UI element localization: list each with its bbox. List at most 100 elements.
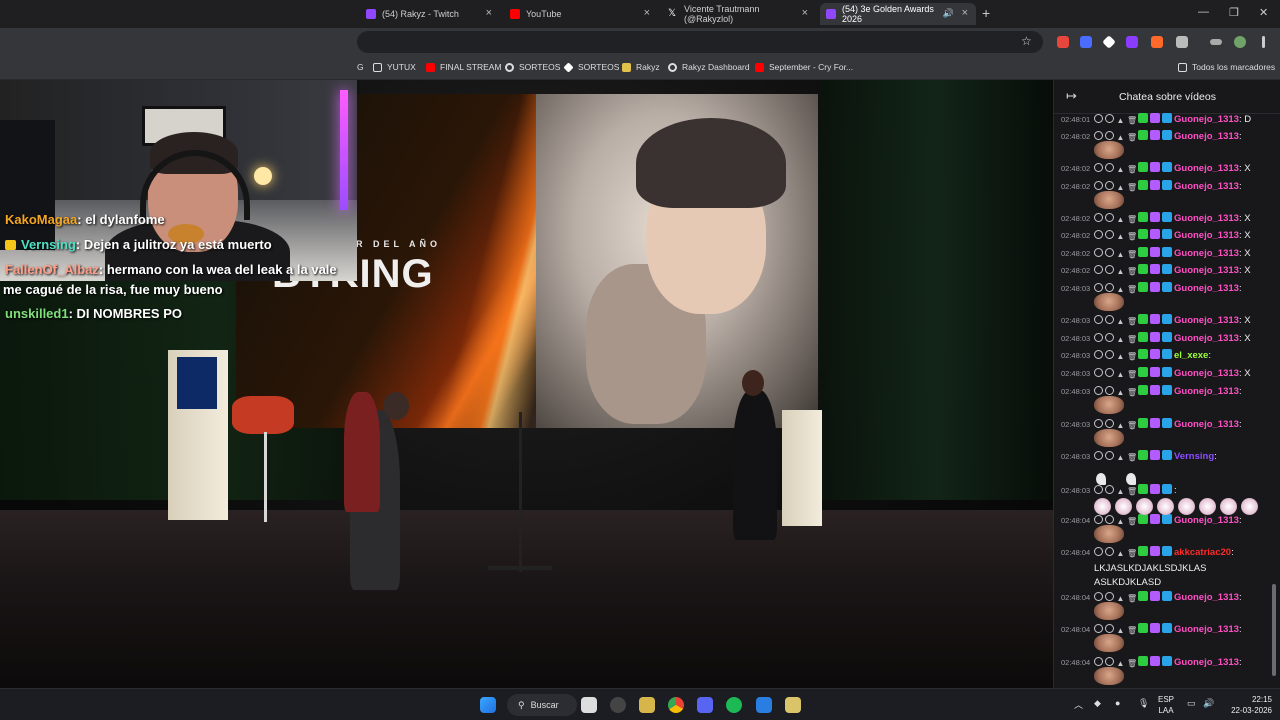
warning-icon[interactable]: ▲ (1116, 250, 1125, 259)
close-window-icon[interactable]: ✕ (1259, 6, 1268, 19)
spotify-icon[interactable] (726, 697, 742, 713)
warning-icon[interactable]: ▲ (1116, 388, 1125, 397)
delete-icon[interactable]: 🗑 (1127, 549, 1137, 558)
warning-icon[interactable]: ▲ (1116, 594, 1125, 603)
ban-icon[interactable] (1094, 592, 1103, 601)
chat-username[interactable]: Guonejo_1313 (1174, 419, 1239, 430)
chat-username[interactable]: Guonejo_1313 (1174, 368, 1239, 379)
speaker-icon[interactable]: 🔊 (943, 8, 954, 19)
close-icon[interactable]: × (644, 7, 650, 19)
bookmark-sorteos[interactable]: SORTEOS (505, 62, 560, 72)
system-clock[interactable]: 22:15 22-03-2026 (1222, 694, 1272, 716)
delete-icon[interactable]: 🗑 (1127, 594, 1137, 603)
chat-username[interactable]: Guonejo_1313 (1174, 131, 1239, 142)
bookmark-star-icon[interactable]: ☆ (1021, 34, 1032, 48)
warning-icon[interactable]: ▲ (1116, 183, 1125, 192)
extension-icon[interactable] (1151, 36, 1163, 48)
ban-icon[interactable] (1094, 350, 1103, 359)
ban-icon[interactable] (1094, 547, 1103, 556)
app-icon[interactable] (610, 697, 626, 713)
timeout-icon[interactable] (1105, 213, 1114, 222)
tab-golden-awards[interactable]: (54) 3e Golden Awards 2026 🔊 × (820, 3, 976, 25)
chat-username[interactable]: Guonejo_1313 (1174, 624, 1239, 635)
bookmark-yutux[interactable]: YUTUX (373, 62, 416, 72)
volume-icon[interactable]: 🔊 (1203, 698, 1214, 709)
chat-username[interactable]: Guonejo_1313 (1174, 163, 1239, 174)
media-control-icon[interactable] (1210, 39, 1222, 45)
taskbar-search[interactable]: ⚲ Buscar (507, 694, 577, 716)
delete-icon[interactable]: 🗑 (1127, 388, 1137, 397)
delete-icon[interactable]: 🗑 (1127, 659, 1137, 668)
chat-username[interactable]: Guonejo_1313 (1174, 265, 1239, 276)
ban-icon[interactable] (1094, 181, 1103, 190)
delete-icon[interactable]: 🗑 (1127, 453, 1137, 462)
chat-username[interactable]: Vernsing (1174, 451, 1214, 462)
close-icon[interactable]: × (962, 7, 968, 19)
delete-icon[interactable]: 🗑 (1127, 165, 1137, 174)
url-input[interactable] (357, 31, 1043, 53)
ban-icon[interactable] (1094, 283, 1103, 292)
close-icon[interactable]: × (802, 7, 808, 19)
ban-icon[interactable] (1094, 230, 1103, 239)
warning-icon[interactable]: ▲ (1116, 421, 1125, 430)
warning-icon[interactable]: ▲ (1116, 232, 1125, 241)
extension-icon[interactable] (1126, 36, 1138, 48)
warning-icon[interactable]: ▲ (1116, 133, 1125, 142)
tray-chevron-icon[interactable]: ︿ (1074, 698, 1083, 711)
ban-icon[interactable] (1094, 333, 1103, 342)
bookmark-item[interactable]: G (357, 62, 364, 72)
extension-icon[interactable] (1080, 36, 1092, 48)
tab-x[interactable]: 𝕏 Vicente Trautmann (@Rakyzlol) × (662, 3, 816, 25)
bookmark-final-stream[interactable]: FINAL STREAM (426, 62, 502, 72)
timeout-icon[interactable] (1105, 333, 1114, 342)
chat-username[interactable]: Guonejo_1313 (1174, 248, 1239, 259)
ban-icon[interactable] (1094, 451, 1103, 460)
timeout-icon[interactable] (1105, 163, 1114, 172)
delete-icon[interactable]: 🗑 (1127, 250, 1137, 259)
bookmark-sorteos-2[interactable]: SORTEOS (563, 61, 619, 73)
display-icon[interactable]: ▭ (1187, 698, 1196, 709)
ban-icon[interactable] (1094, 315, 1103, 324)
ban-icon[interactable] (1094, 213, 1103, 222)
delete-icon[interactable]: 🗑 (1127, 317, 1137, 326)
chrome-icon[interactable] (668, 697, 684, 713)
timeout-icon[interactable] (1105, 114, 1114, 123)
ban-icon[interactable] (1094, 131, 1103, 140)
warning-icon[interactable]: ▲ (1116, 549, 1125, 558)
chat-username[interactable]: Guonejo_1313 (1174, 315, 1239, 326)
timeout-icon[interactable] (1105, 592, 1114, 601)
close-icon[interactable]: × (486, 7, 492, 19)
chat-username[interactable]: Guonejo_1313 (1174, 386, 1239, 397)
warning-icon[interactable]: ▲ (1116, 165, 1125, 174)
delete-icon[interactable]: 🗑 (1127, 421, 1137, 430)
extension-icon[interactable] (1102, 35, 1116, 49)
profile-avatar[interactable] (1234, 36, 1246, 48)
app-icon[interactable] (756, 697, 772, 713)
app-icon[interactable] (785, 697, 801, 713)
timeout-icon[interactable] (1105, 386, 1114, 395)
new-tab-button[interactable]: + (982, 5, 990, 21)
timeout-icon[interactable] (1105, 248, 1114, 257)
extensions-puzzle-icon[interactable] (1176, 36, 1188, 48)
timeout-icon[interactable] (1105, 265, 1114, 274)
bookmark-september[interactable]: September - Cry For... (755, 62, 853, 72)
ban-icon[interactable] (1094, 265, 1103, 274)
ban-icon[interactable] (1094, 419, 1103, 428)
menu-dots-icon[interactable] (1262, 36, 1265, 48)
tray-mic-icon[interactable]: 🎙 (1138, 698, 1149, 709)
warning-icon[interactable]: ▲ (1116, 116, 1125, 125)
delete-icon[interactable]: 🗑 (1127, 370, 1137, 379)
discord-icon[interactable] (697, 697, 713, 713)
extension-icon[interactable] (1057, 36, 1069, 48)
timeout-icon[interactable] (1105, 419, 1114, 428)
delete-icon[interactable]: 🗑 (1127, 267, 1137, 276)
delete-icon[interactable]: 🗑 (1127, 626, 1137, 635)
chat-username[interactable]: Guonejo_1313 (1174, 333, 1239, 344)
ban-icon[interactable] (1094, 624, 1103, 633)
delete-icon[interactable]: 🗑 (1127, 335, 1137, 344)
delete-icon[interactable]: 🗑 (1127, 183, 1137, 192)
timeout-icon[interactable] (1105, 230, 1114, 239)
chat-username[interactable]: Guonejo_1313 (1174, 181, 1239, 192)
chat-username[interactable]: Guonejo_1313 (1174, 283, 1239, 294)
tray-app-icon[interactable]: ● (1115, 698, 1120, 708)
